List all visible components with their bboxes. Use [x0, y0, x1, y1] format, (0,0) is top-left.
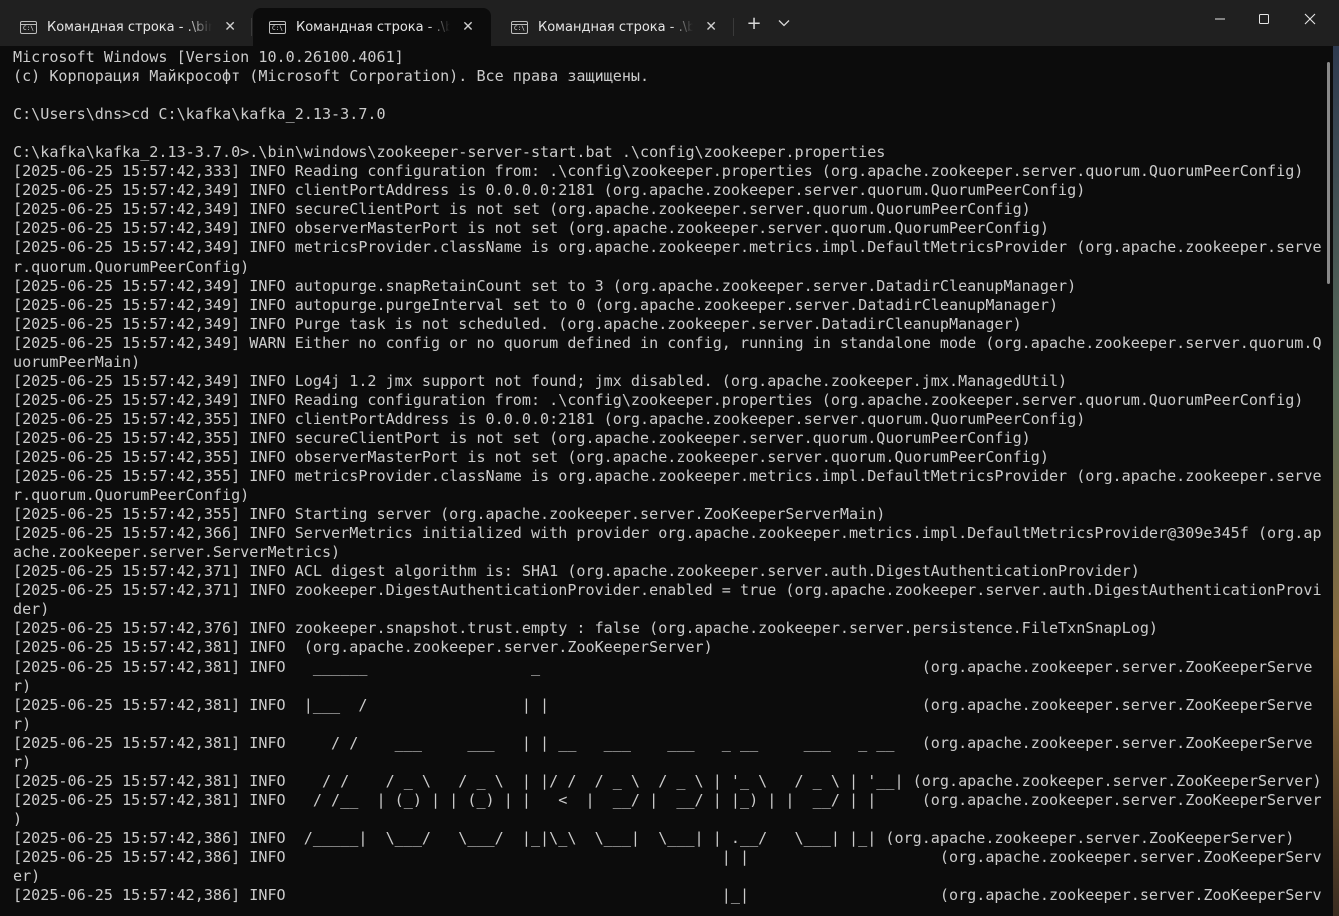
close-icon[interactable]: ✕ — [218, 15, 242, 39]
tab-2[interactable]: C:\ Командная строка - .\bin\windows\zoo… — [253, 8, 491, 46]
terminal-line: [2025-06-25 15:57:42,349] INFO autopurge… — [13, 276, 1077, 295]
terminal-line: [2025-06-25 15:57:42,349] INFO observerM… — [13, 219, 1049, 238]
minimize-icon — [1215, 18, 1225, 20]
terminal-line: der) — [13, 600, 50, 619]
terminal-line: [2025-06-25 15:57:42,371] INFO ACL diges… — [13, 562, 1140, 581]
terminal-line: C:\Users\dns>cd C:\kafka\kafka_2.13-3.7.… — [13, 105, 386, 124]
terminal-line: ) — [13, 809, 23, 828]
tab-1[interactable]: C:\ Командная строка - .\bin\windows\zoo… — [0, 8, 250, 46]
close-icon — [1304, 13, 1316, 25]
terminal-line: [2025-06-25 15:57:42,386] INFO /_____| \… — [13, 828, 1295, 847]
chevron-down-icon — [778, 20, 790, 27]
terminal-line: [2025-06-25 15:57:42,381] INFO (org.apac… — [13, 638, 713, 657]
cmd-icon: C:\ — [269, 20, 286, 34]
terminal-line: [2025-06-25 15:57:42,355] INFO secureCli… — [13, 428, 1031, 447]
tab-3[interactable]: C:\ Командная строка - .\bin\windows\zoo… — [491, 8, 731, 46]
terminal-line: [2025-06-25 15:57:42,381] INFO / /__ | (… — [13, 790, 1322, 809]
terminal-line: [2025-06-25 15:57:42,333] INFO Reading c… — [13, 162, 1304, 181]
tab-title: Командная строка - .\bin\windows\zookeep… — [47, 19, 213, 35]
desktop-wallpaper-edge — [1333, 46, 1339, 916]
terminal-line: [2025-06-25 15:57:42,371] INFO zookeeper… — [13, 581, 1322, 600]
terminal-line: [2025-06-25 15:57:42,349] INFO secureCli… — [13, 200, 1031, 219]
tab-dropdown-button[interactable] — [769, 8, 799, 38]
close-icon[interactable]: ✕ — [456, 15, 480, 39]
minimize-button[interactable] — [1197, 0, 1243, 38]
terminal-line: [2025-06-25 15:57:42,355] INFO metricsPr… — [13, 467, 1322, 486]
terminal-line: [2025-06-25 15:57:42,355] INFO clientPor… — [13, 409, 1086, 428]
terminal-line: r.quorum.QuorumPeerConfig) — [13, 257, 250, 276]
terminal-line: (c) Корпорация Майкрософт (Microsoft Cor… — [13, 67, 650, 86]
terminal-line: [2025-06-25 15:57:42,381] INFO / / ___ _… — [13, 733, 1313, 752]
tab-separator — [251, 18, 252, 36]
close-icon[interactable]: ✕ — [699, 15, 723, 39]
new-tab-button[interactable]: + — [739, 8, 769, 38]
terminal-line: [2025-06-25 15:57:42,381] INFO / / / _ \… — [13, 771, 1322, 790]
terminal-line: [2025-06-25 15:57:42,349] INFO autopurge… — [13, 295, 1059, 314]
terminal-line: [2025-06-25 15:57:42,376] INFO zookeeper… — [13, 619, 1158, 638]
terminal-line: [2025-06-25 15:57:42,386] INFO |_| (org.… — [13, 886, 1322, 905]
terminal-line: Microsoft Windows [Version 10.0.26100.40… — [13, 48, 404, 66]
tab-title: Командная строка - .\bin\windows\zookeep… — [538, 19, 694, 35]
terminal-line: [2025-06-25 15:57:42,386] INFO | | (org.… — [13, 847, 1322, 866]
terminal-line: [2025-06-25 15:57:42,355] INFO Starting … — [13, 505, 886, 524]
terminal-line: er) — [13, 867, 41, 886]
terminal-output[interactable]: Microsoft Windows [Version 10.0.26100.40… — [13, 48, 1323, 916]
terminal-line: r) — [13, 752, 32, 771]
window-close-button[interactable] — [1287, 0, 1333, 38]
cmd-icon: C:\ — [20, 20, 37, 34]
maximize-button[interactable] — [1241, 0, 1287, 38]
terminal-line: [2025-06-25 15:57:42,381] INFO |___ / | … — [13, 695, 1313, 714]
tab-separator — [733, 18, 734, 36]
cmd-icon: C:\ — [511, 20, 528, 34]
terminal-line: r) — [13, 676, 32, 695]
terminal-line: ache.zookeeper.server.ServerMetrics) — [13, 543, 341, 562]
terminal-line: [2025-06-25 15:57:42,349] INFO clientPor… — [13, 181, 1086, 200]
terminal-line: uorumPeerMain) — [13, 352, 141, 371]
maximize-icon — [1259, 14, 1269, 24]
terminal-line: [2025-06-25 15:57:42,349] INFO metricsPr… — [13, 238, 1322, 257]
tab-title: Командная строка - .\bin\windows\zookeep… — [296, 19, 450, 35]
terminal-line: [2025-06-25 15:57:42,349] INFO Reading c… — [13, 390, 1304, 409]
terminal-line: r.quorum.QuorumPeerConfig) — [13, 486, 250, 505]
terminal-line: [2025-06-25 15:57:42,381] INFO ______ _ … — [13, 657, 1313, 676]
scrollbar[interactable] — [1326, 46, 1332, 916]
terminal-line: C:\kafka\kafka_2.13-3.7.0>.\bin\windows\… — [13, 143, 886, 162]
terminal-line: [2025-06-25 15:57:42,349] WARN Either no… — [13, 333, 1322, 352]
terminal-line: [2025-06-25 15:57:42,366] INFO ServerMet… — [13, 524, 1322, 543]
scrollbar-thumb[interactable] — [1327, 62, 1330, 284]
terminal-window: C:\ Командная строка - .\bin\windows\zoo… — [0, 0, 1339, 916]
title-bar[interactable]: C:\ Командная строка - .\bin\windows\zoo… — [0, 0, 1339, 46]
terminal-line: r) — [13, 714, 32, 733]
terminal-line: [2025-06-25 15:57:42,349] INFO Purge tas… — [13, 314, 1022, 333]
terminal-line: [2025-06-25 15:57:42,355] INFO observerM… — [13, 447, 1049, 466]
terminal-line: [2025-06-25 15:57:42,349] INFO Log4j 1.2… — [13, 371, 1068, 390]
